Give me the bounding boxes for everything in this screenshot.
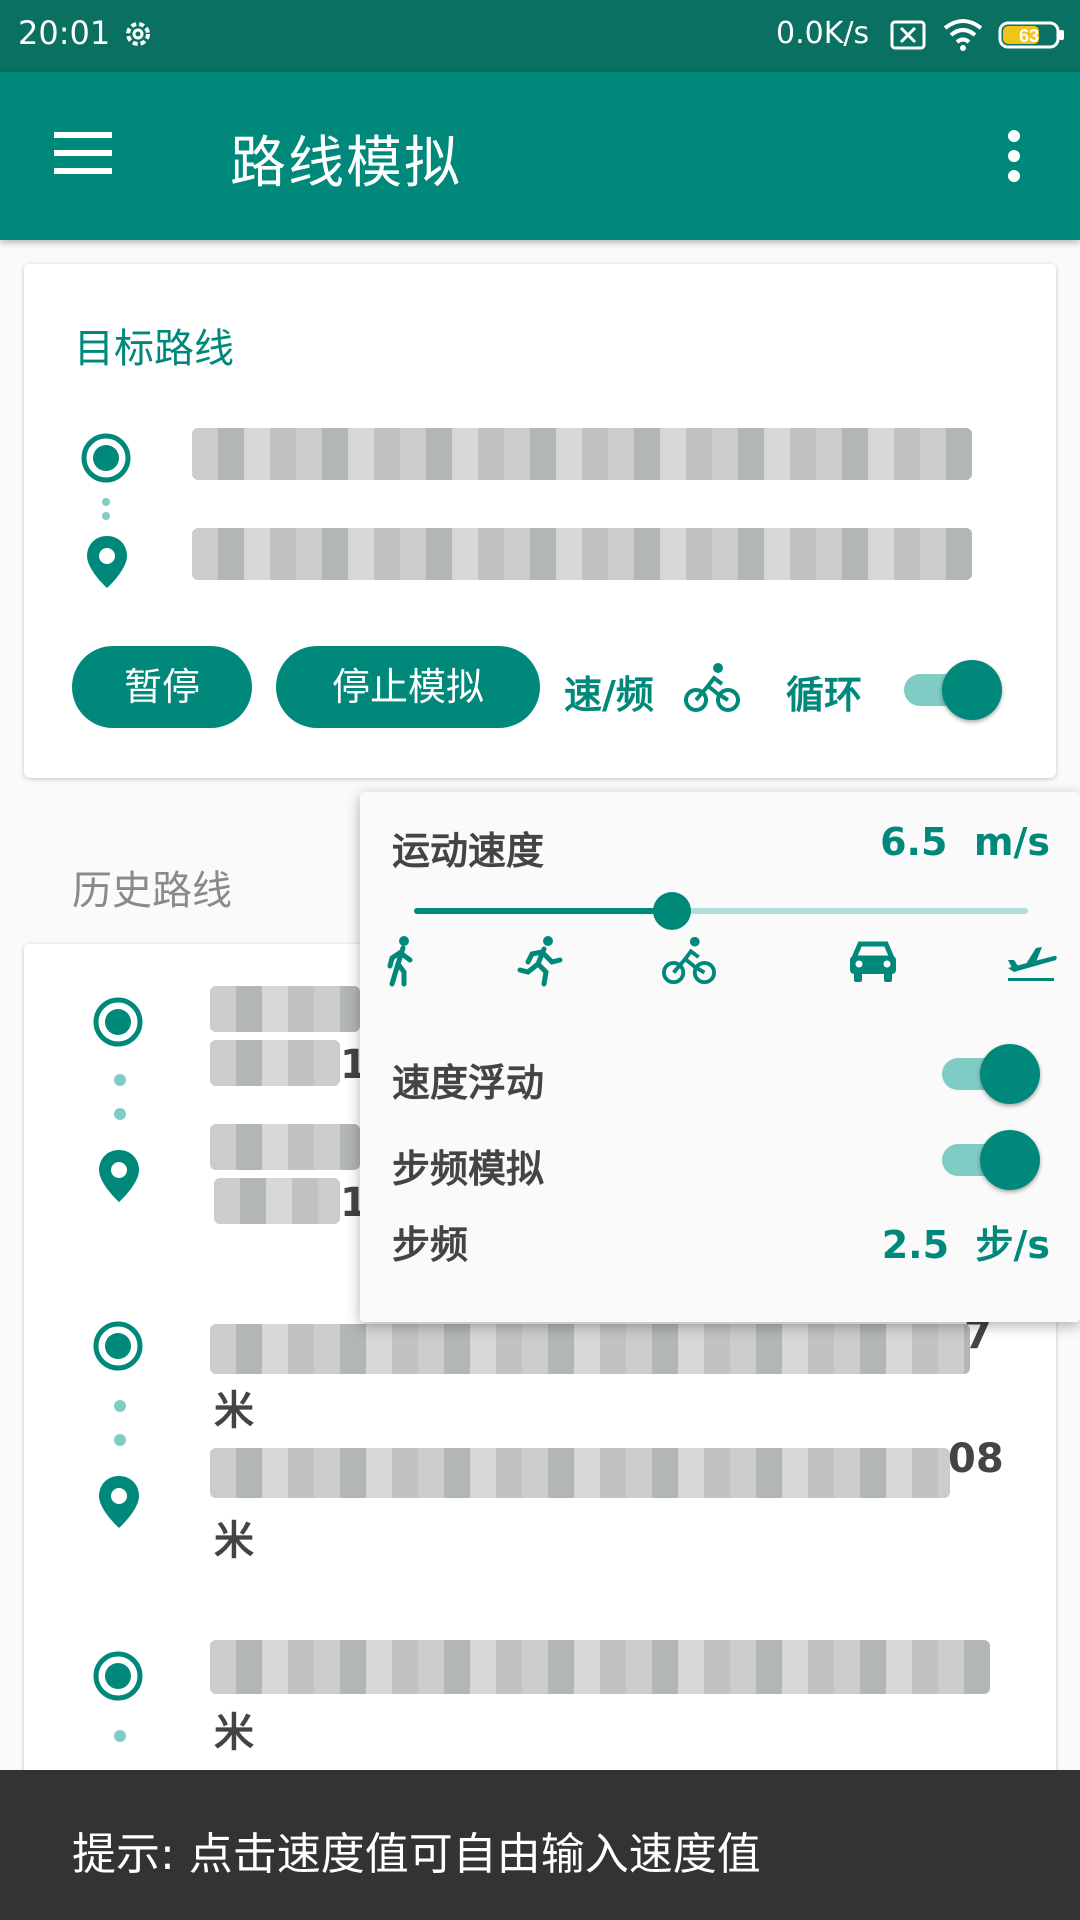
loop-label: 循环 xyxy=(786,673,863,717)
history-item-redacted xyxy=(210,1448,950,1498)
target-route-card: 目标路线 暂停 停止模拟 速/频 循环 xyxy=(24,264,1056,778)
history-item-redacted xyxy=(210,1324,970,1374)
route-dot xyxy=(114,1074,126,1086)
speed-float-label: 速度浮动 xyxy=(392,1061,545,1105)
app-bar: 路线模拟 xyxy=(0,72,1080,240)
history-item-redacted xyxy=(214,1178,340,1224)
cadence-sim-toggle[interactable] xyxy=(942,1128,1042,1190)
wifi-icon xyxy=(943,19,983,51)
history-item-redacted xyxy=(210,1640,990,1694)
route-dot xyxy=(114,1108,126,1120)
origin-address-redacted xyxy=(192,428,972,480)
bike-icon[interactable] xyxy=(684,660,740,716)
toggle-thumb xyxy=(980,1044,1040,1104)
history-item-redacted xyxy=(210,986,360,1032)
page-title: 路线模拟 xyxy=(230,131,462,196)
speed-slider-fill xyxy=(414,908,672,914)
cadence-unit: 步/s xyxy=(975,1223,1051,1267)
origin-marker-icon xyxy=(93,1651,143,1701)
plane-icon[interactable] xyxy=(1004,934,1058,988)
route-dot xyxy=(114,1434,126,1446)
speed-frequency-button[interactable]: 速/频 xyxy=(564,664,654,719)
route-dot xyxy=(102,512,110,520)
run-icon[interactable] xyxy=(514,934,568,988)
target-route-label: 目标路线 xyxy=(74,326,234,372)
loop-toggle[interactable] xyxy=(904,658,1004,720)
battery-icon: 63 xyxy=(998,21,1064,49)
battery-level: 63 xyxy=(1019,26,1039,46)
stop-simulation-button[interactable]: 停止模拟 xyxy=(276,646,540,728)
toggle-thumb xyxy=(942,660,1002,720)
toggle-thumb xyxy=(980,1130,1040,1190)
hint-toast: 提示: 点击速度值可自由输入速度值 xyxy=(0,1770,1080,1920)
car-icon[interactable] xyxy=(846,934,900,988)
origin-marker-icon xyxy=(93,997,143,1047)
destination-marker-icon xyxy=(87,536,127,588)
partial-distance: 08 xyxy=(948,1436,1004,1482)
hint-text: 提示: 点击速度值可自由输入速度值 xyxy=(72,1829,761,1880)
menu-icon[interactable] xyxy=(54,130,112,176)
gear-icon xyxy=(126,22,150,46)
history-item-redacted xyxy=(210,1040,340,1086)
status-time: 20:01 xyxy=(18,14,111,52)
destination-marker-icon xyxy=(99,1476,139,1528)
walk-icon[interactable] xyxy=(374,934,428,988)
pause-button[interactable]: 暂停 xyxy=(72,646,252,728)
speed-label: 运动速度 xyxy=(392,829,545,873)
speed-slider[interactable] xyxy=(414,892,1028,930)
distance-unit: 米 xyxy=(214,1388,254,1434)
destination-marker-icon xyxy=(99,1150,139,1202)
status-bar: 20:01 0.0K/s 63 xyxy=(0,0,1080,72)
no-sim-icon xyxy=(890,20,926,50)
route-dot xyxy=(102,498,110,506)
cadence-label: 步频 xyxy=(392,1223,469,1267)
more-vert-icon[interactable] xyxy=(1000,128,1028,184)
origin-marker-icon xyxy=(81,433,131,483)
cadence-value[interactable]: 2.5 步/s xyxy=(882,1214,1050,1269)
network-speed: 0.0K/s xyxy=(776,16,870,51)
bike-icon[interactable] xyxy=(662,934,716,988)
speed-number[interactable]: 6.5 xyxy=(880,820,947,864)
origin-marker-icon xyxy=(93,1321,143,1371)
history-item-redacted xyxy=(210,1124,360,1170)
speed-settings-popup: 运动速度 6.5 m/s 速度浮动 步频模拟 步频 2.5 步/s xyxy=(360,792,1080,1322)
history-routes-label: 历史路线 xyxy=(72,868,232,914)
speed-unit: m/s xyxy=(973,820,1050,864)
cadence-number[interactable]: 2.5 xyxy=(882,1223,949,1267)
destination-address-redacted xyxy=(192,528,972,580)
speed-float-toggle[interactable] xyxy=(942,1042,1042,1104)
route-dot xyxy=(114,1730,126,1742)
distance-unit: 米 xyxy=(214,1518,254,1564)
distance-unit: 米 xyxy=(214,1710,254,1756)
speed-slider-thumb[interactable] xyxy=(652,892,691,930)
cadence-sim-label: 步频模拟 xyxy=(392,1147,545,1191)
route-dot xyxy=(114,1400,126,1412)
speed-value[interactable]: 6.5 m/s xyxy=(880,820,1050,864)
